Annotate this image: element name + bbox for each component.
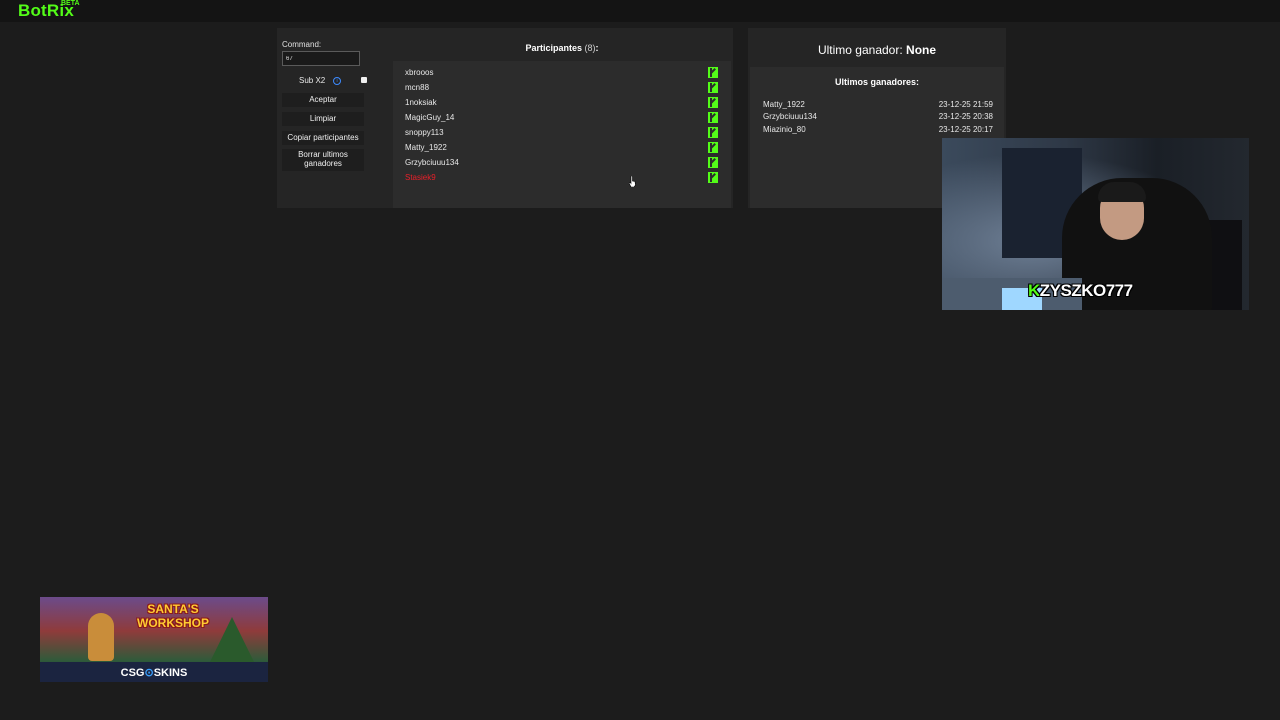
ad-brand: CSG⊙SKINS xyxy=(40,666,268,679)
participant-row[interactable]: Stasiek9 xyxy=(393,171,731,186)
clear-last-winners-button[interactable]: Borrar ultimos ganadores xyxy=(282,149,364,171)
ad-brand-left: CSG xyxy=(120,667,145,679)
participants-panel: Participantes (8): xbrooos mcn88 1noksia… xyxy=(391,28,733,208)
streamer-headset xyxy=(1098,182,1146,202)
participant-row[interactable]: snoppy113 xyxy=(393,126,731,141)
participant-row[interactable]: Matty_1922 xyxy=(393,141,731,156)
last-winner-heading: Ultimo ganador: None xyxy=(748,43,1006,57)
kick-icon xyxy=(708,127,718,138)
participant-name: 1noksiak xyxy=(405,98,437,107)
participant-row[interactable]: mcn88 xyxy=(393,81,731,96)
copy-participants-button[interactable]: Copiar participantes xyxy=(282,131,364,145)
kick-icon xyxy=(708,67,718,78)
participants-count: (8) xyxy=(584,43,596,53)
kick-logo-letter: K xyxy=(1028,281,1040,300)
last-winner-value: None xyxy=(906,43,937,57)
command-label: Command: xyxy=(282,40,322,49)
kick-icon xyxy=(708,172,718,183)
ad-brand-icon: ⊙ xyxy=(144,667,154,679)
participants-list[interactable]: xbrooos mcn88 1noksiak MagicGuy_14 snopp… xyxy=(393,61,731,208)
participants-title-text: Participantes xyxy=(525,43,582,53)
ad-title: SANTA'S WORKSHOP xyxy=(118,602,228,630)
sponsor-banner[interactable]: SANTA'S WORKSHOP CSG⊙SKINS xyxy=(40,597,268,682)
kick-icon xyxy=(708,142,718,153)
top-bar: BotRix BETA xyxy=(0,0,1280,22)
participant-row[interactable]: MagicGuy_14 xyxy=(393,111,731,126)
winner-row: Grzybciuuu134 23-12-25 20:38 xyxy=(763,112,993,121)
kick-icon xyxy=(708,157,718,168)
controls-panel: Command: Sub X2 i Aceptar Limpiar Copiar… xyxy=(277,28,391,208)
participant-name-highlighted: Stasiek9 xyxy=(405,173,436,182)
winner-row: Matty_1922 23-12-25 21:59 xyxy=(763,100,993,109)
beta-badge: BETA xyxy=(61,0,80,7)
participant-name: snoppy113 xyxy=(405,128,444,137)
streamer-tag: KZYSZKO777 xyxy=(1028,281,1133,301)
hand-cursor-icon xyxy=(629,176,636,187)
winner-date: 23-12-25 20:17 xyxy=(938,125,993,134)
winner-date: 23-12-25 21:59 xyxy=(938,100,993,109)
winner-name: Grzybciuuu134 xyxy=(763,112,817,121)
winner-date: 23-12-25 20:38 xyxy=(938,112,993,121)
participant-name: Matty_1922 xyxy=(405,143,447,152)
participant-row[interactable]: xbrooos xyxy=(393,66,731,81)
sub-x2-label: Sub X2 xyxy=(299,76,326,85)
participant-name: Grzybciuuu134 xyxy=(405,158,459,167)
accept-button[interactable]: Aceptar xyxy=(282,93,364,107)
winner-row: Miazinio_80 23-12-25 20:17 xyxy=(763,125,993,134)
winners-history-title: Ultimos ganadores: xyxy=(834,77,919,87)
participants-title: Participantes (8): xyxy=(391,43,733,53)
last-winner-label: Ultimo ganador: xyxy=(817,43,903,57)
participant-row[interactable]: Grzybciuuu134 xyxy=(393,156,731,171)
participant-row[interactable]: 1noksiak xyxy=(393,96,731,111)
winner-name: Matty_1922 xyxy=(763,100,805,109)
ad-title-line2: WORKSHOP xyxy=(137,616,209,630)
sub-x2-checkbox[interactable] xyxy=(361,77,367,83)
participants-title-colon: : xyxy=(595,43,599,53)
streamer-name: ZYSZKO777 xyxy=(1039,281,1133,300)
participant-name: mcn88 xyxy=(405,83,430,92)
ad-character xyxy=(88,613,114,661)
ad-brand-right: SKINS xyxy=(153,667,188,679)
participant-name: MagicGuy_14 xyxy=(405,113,455,122)
command-input[interactable] xyxy=(282,51,360,66)
info-icon[interactable]: i xyxy=(333,77,341,85)
winner-name: Miazinio_80 xyxy=(763,125,806,134)
kick-icon xyxy=(708,112,718,123)
kick-icon xyxy=(708,82,718,93)
webcam-overlay: KZYSZKO777 xyxy=(942,138,1249,310)
ad-title-line1: SANTA'S xyxy=(147,602,199,616)
clear-button[interactable]: Limpiar xyxy=(282,112,364,126)
kick-icon xyxy=(708,97,718,108)
participant-name: xbrooos xyxy=(405,68,434,77)
